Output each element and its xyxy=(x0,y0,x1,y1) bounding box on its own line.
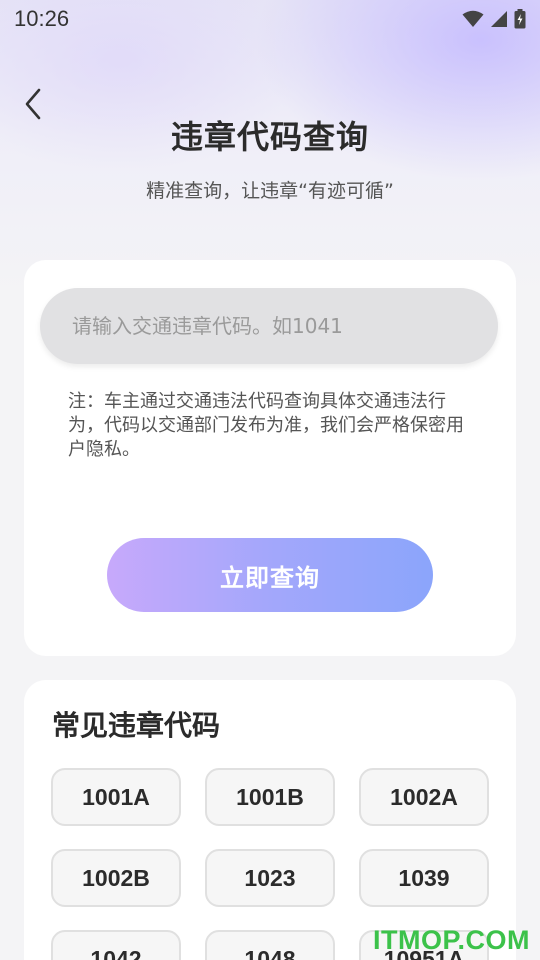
code-chip[interactable]: 1001A xyxy=(51,768,181,826)
battery-icon xyxy=(514,9,526,29)
status-time: 10:26 xyxy=(14,6,70,31)
status-bar: 10:26 xyxy=(0,0,540,38)
code-chip[interactable]: 1001B xyxy=(205,768,335,826)
violation-code-input[interactable] xyxy=(40,288,498,364)
code-chip[interactable]: 1039 xyxy=(359,849,489,907)
page-subtitle: 精准查询，让违章“有迹可循” xyxy=(146,180,394,202)
status-icons xyxy=(462,9,526,29)
wifi-icon xyxy=(462,10,484,27)
common-codes-title: 常见违章代码 xyxy=(52,709,221,742)
common-codes-card: 常见违章代码 1001A 1001B 1002A 1002B 1023 1039… xyxy=(24,680,516,960)
code-chip[interactable]: 1002B xyxy=(51,849,181,907)
page-title: 违章代码查询 xyxy=(170,118,369,156)
privacy-note: 注：车主通过交通违法代码查询具体交通违法行为，代码以交通部门发布为准，我们会严格… xyxy=(68,391,464,460)
query-button[interactable]: 立即查询 xyxy=(107,538,433,612)
code-chip[interactable]: 1023 xyxy=(205,849,335,907)
watermark: ITMOP.COM xyxy=(372,925,530,955)
code-chip[interactable]: 1002A xyxy=(359,768,489,826)
query-card: 注：车主通过交通违法代码查询具体交通违法行为，代码以交通部门发布为准，我们会严格… xyxy=(24,260,516,656)
code-chip[interactable]: 1048 xyxy=(205,930,335,960)
code-chip[interactable]: 1042 xyxy=(51,930,181,960)
signal-icon xyxy=(491,11,507,27)
